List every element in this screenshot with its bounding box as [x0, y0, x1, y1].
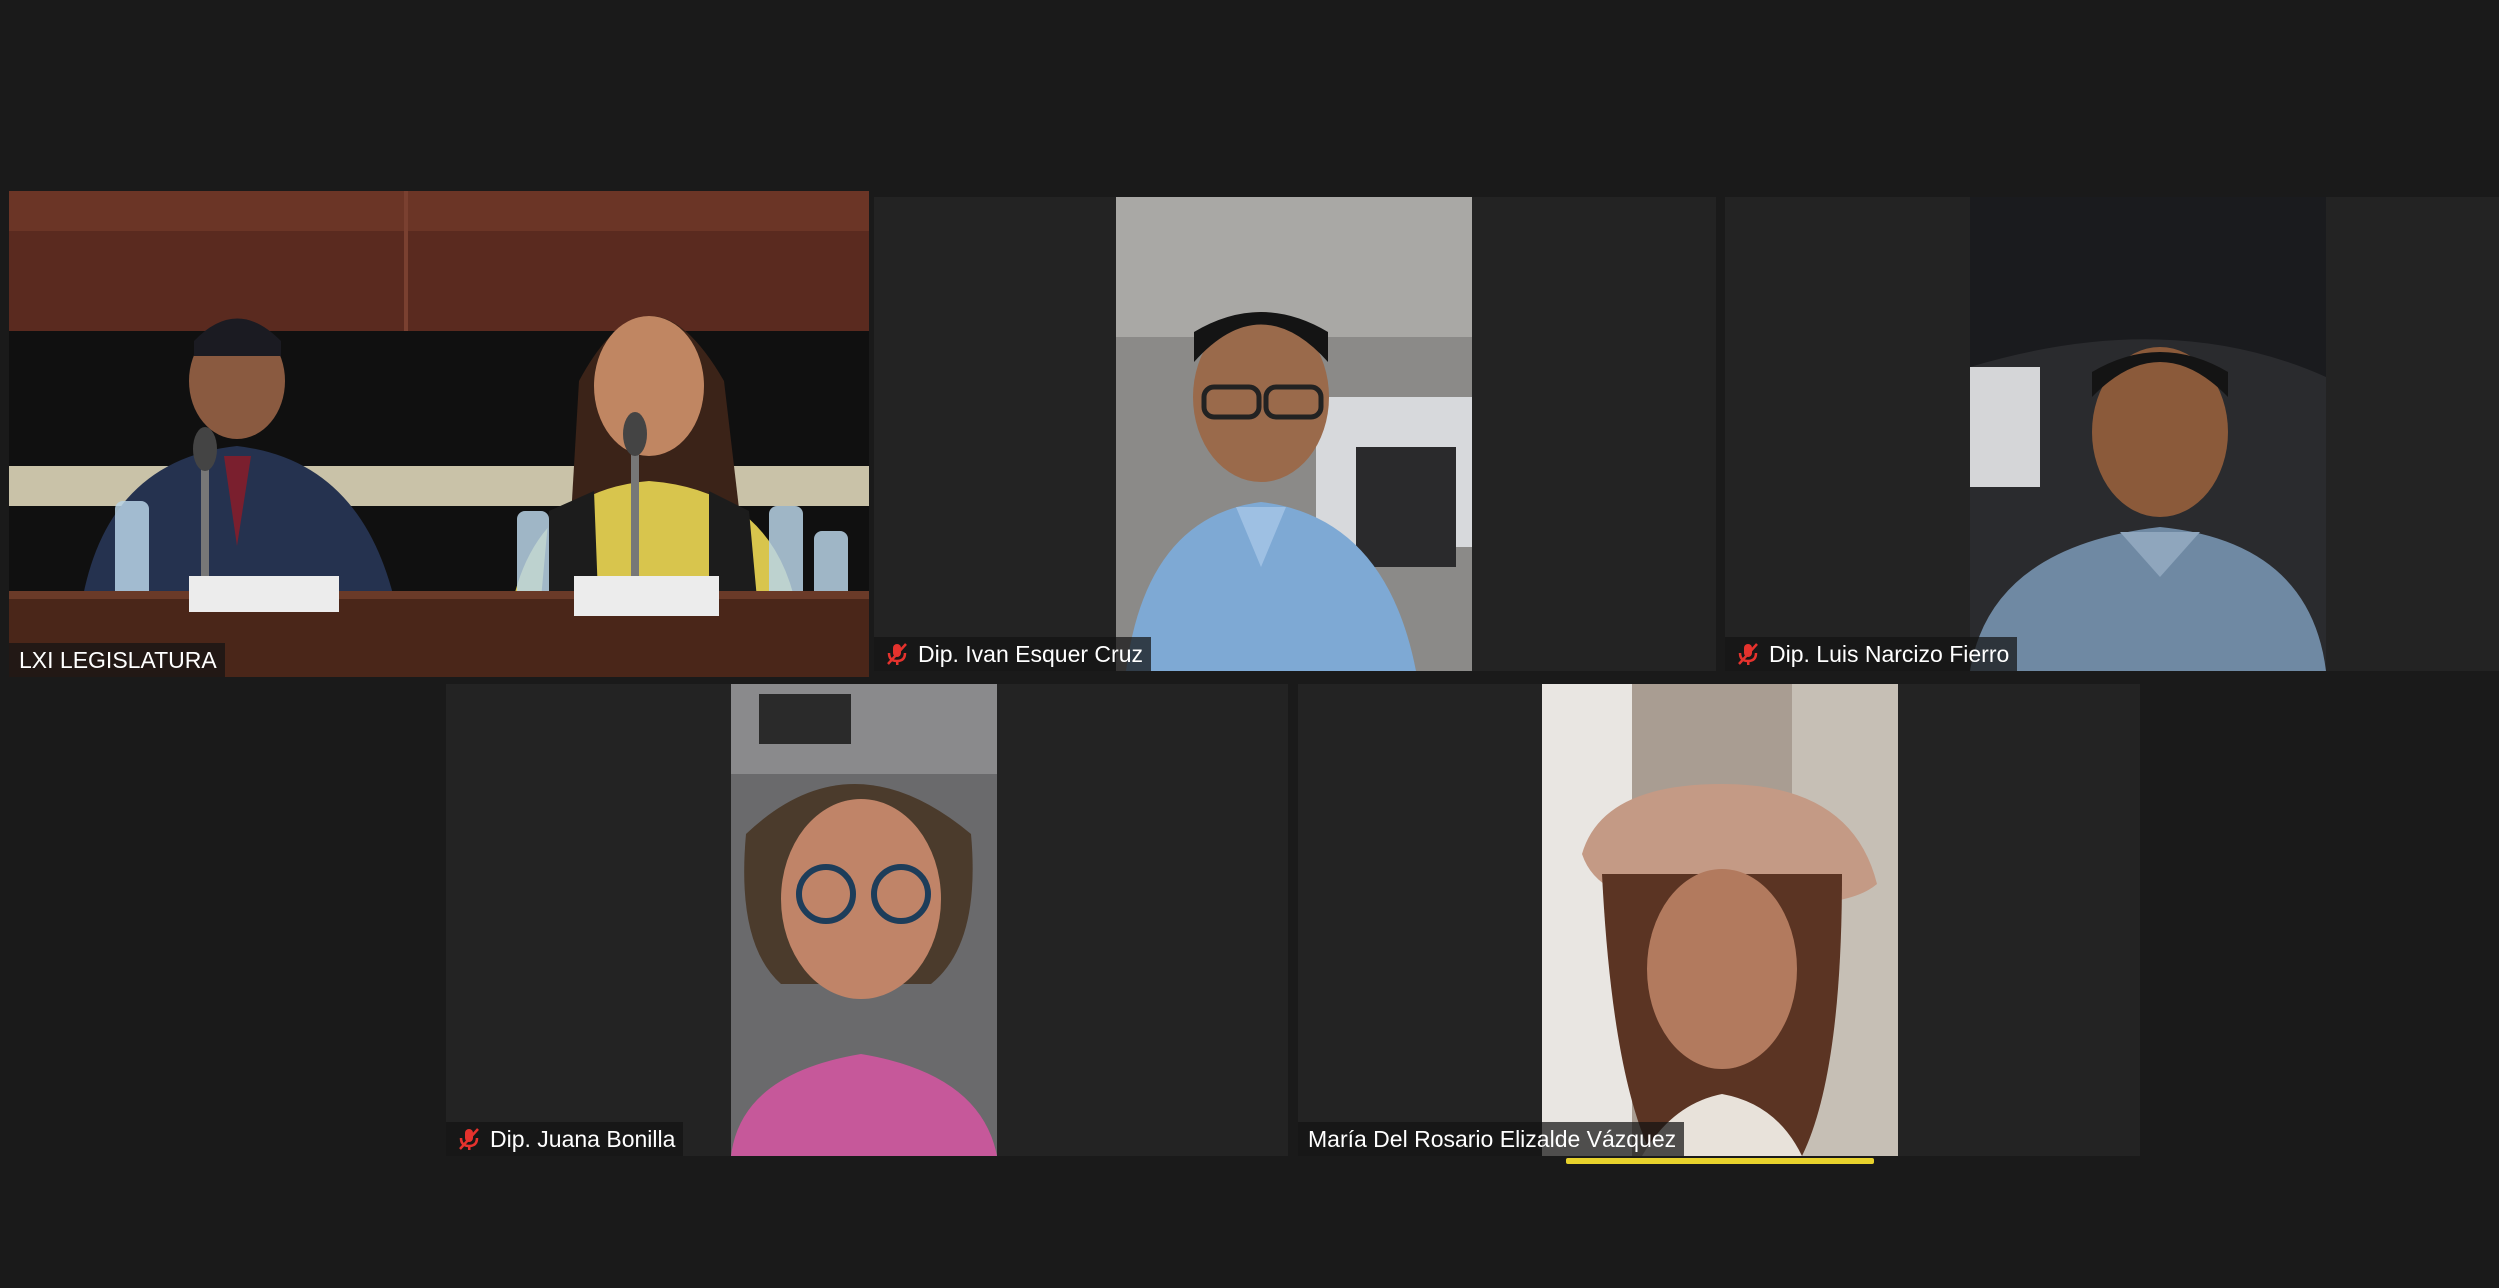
active-speaker-indicator — [1566, 1158, 1874, 1164]
participant-name: María Del Rosario Elizalde Vázquez — [1308, 1125, 1677, 1152]
participant-name-tag: Dip. Luis Narcizo Fierro — [1725, 637, 2018, 671]
meeting-gallery-view: LXI LEGISLATURA Dip. Ivan Esquer Cruz Di… — [0, 0, 2499, 1288]
video-tile-luis-narcizo-fierro[interactable]: Dip. Luis Narcizo Fierro — [1725, 197, 2499, 671]
microphone-muted-icon — [884, 641, 910, 667]
video-tile-ivan-esquer-cruz[interactable]: Dip. Ivan Esquer Cruz — [874, 197, 1716, 671]
participant-name-tag: Dip. Ivan Esquer Cruz — [874, 637, 1151, 671]
participant-name-tag: LXI LEGISLATURA — [9, 643, 225, 677]
participant-name: LXI LEGISLATURA — [19, 646, 217, 673]
video-tile-lxi-legislatura[interactable]: LXI LEGISLATURA — [9, 191, 869, 677]
video-tile-juana-bonilla[interactable]: Dip. Juana Bonilla — [446, 684, 1288, 1156]
video-feed-luis — [1970, 197, 2326, 671]
microphone-muted-icon — [1735, 641, 1761, 667]
video-feed-ivan — [1116, 197, 1472, 671]
participant-name: Dip. Luis Narcizo Fierro — [1769, 640, 2010, 667]
participant-name: Dip. Ivan Esquer Cruz — [918, 640, 1143, 667]
participant-name: Dip. Juana Bonilla — [490, 1125, 676, 1152]
video-tile-maria-del-rosario-elizalde-vazquez[interactable]: María Del Rosario Elizalde Vázquez — [1298, 684, 2140, 1156]
video-feed-juana — [731, 684, 997, 1156]
video-feed-maria — [1542, 684, 1898, 1156]
participant-name-tag: Dip. Juana Bonilla — [446, 1122, 684, 1156]
video-feed-room — [9, 191, 869, 677]
microphone-muted-icon — [456, 1126, 482, 1152]
participant-name-tag: María Del Rosario Elizalde Vázquez — [1298, 1122, 1685, 1156]
